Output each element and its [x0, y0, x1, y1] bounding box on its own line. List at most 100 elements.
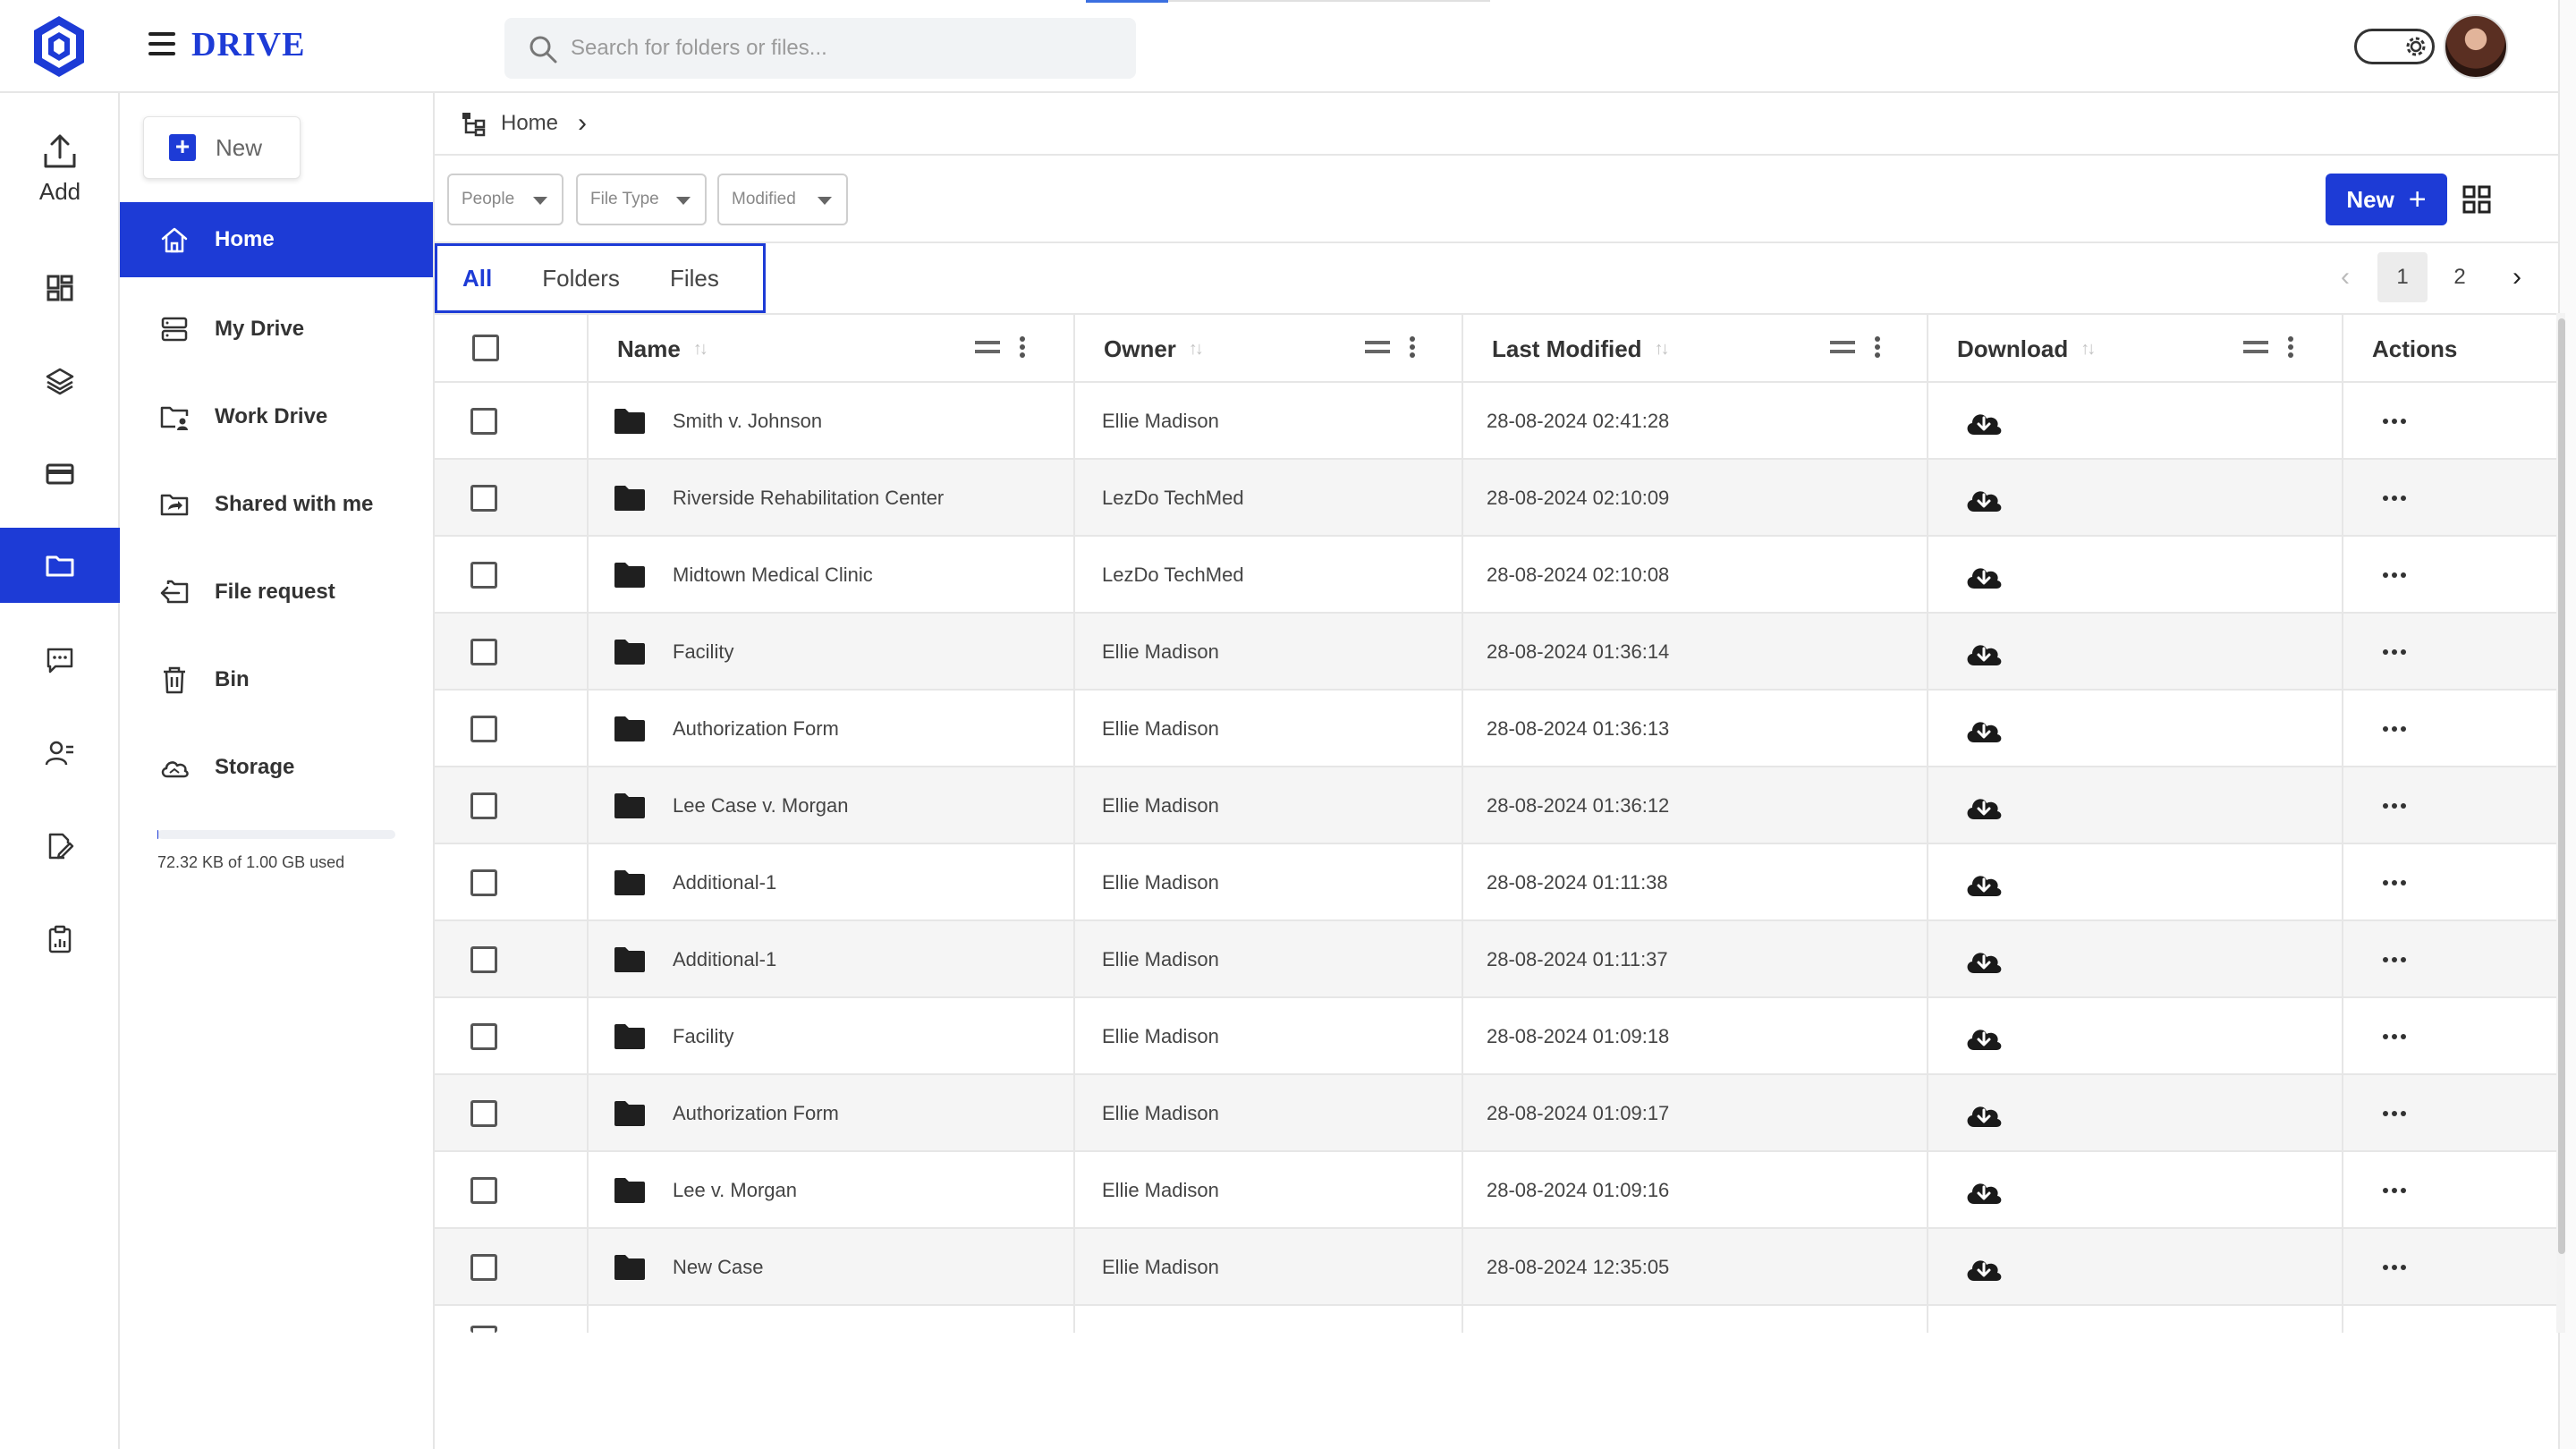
- rail-card[interactable]: [0, 436, 120, 512]
- cloud-download-icon[interactable]: [1964, 637, 2004, 667]
- more-options-icon[interactable]: [2383, 880, 2406, 886]
- cloud-download-icon[interactable]: [1964, 1021, 2004, 1052]
- name-cell[interactable]: Additional-1: [614, 844, 1052, 921]
- column-menu-icon[interactable]: [1410, 336, 1415, 358]
- file-type-filter-dropdown[interactable]: File Type: [576, 174, 707, 225]
- grid-view-icon[interactable]: [2462, 184, 2492, 215]
- app-logo-icon[interactable]: [30, 14, 88, 79]
- column-header-last-modified[interactable]: Last Modified ↑↓: [1492, 315, 1670, 383]
- rail-dashboard[interactable]: [0, 250, 120, 326]
- theme-toggle[interactable]: [2354, 29, 2435, 64]
- sidebar-item-home[interactable]: Home: [120, 202, 433, 277]
- column-resize-icon[interactable]: [975, 341, 1000, 353]
- name-cell[interactable]: New Case: [614, 1229, 1052, 1306]
- row-checkbox[interactable]: [470, 1254, 497, 1281]
- name-cell[interactable]: Smith v. Johnson: [614, 383, 1052, 460]
- rail-contacts[interactable]: [0, 716, 120, 791]
- table-row[interactable]: Additional-1 Ellie Madison 28-08-2024 01:1…: [435, 844, 2558, 921]
- tab-all[interactable]: All: [462, 265, 492, 292]
- more-options-icon[interactable]: [2383, 1111, 2406, 1116]
- rail-edit-document[interactable]: [0, 809, 120, 884]
- cloud-download-icon[interactable]: [1964, 868, 2004, 898]
- cloud-download-icon[interactable]: [1964, 1098, 2004, 1129]
- name-cell[interactable]: Lee Case v. Morgan: [614, 767, 1052, 844]
- people-filter-dropdown[interactable]: People: [447, 174, 564, 225]
- cloud-download-icon[interactable]: [1964, 483, 2004, 513]
- table-row[interactable]: Smith v. Johnson Ellie Madison 28-08-2024 …: [435, 383, 2558, 460]
- toolbar-new-button[interactable]: New +: [2326, 174, 2447, 225]
- table-row[interactable]: Midtown Medical Clinic LezDo TechMed 28-08…: [435, 537, 2558, 614]
- page-1-button[interactable]: 1: [2377, 252, 2428, 302]
- name-cell[interactable]: Additional-1: [614, 921, 1052, 998]
- sort-icon[interactable]: ↑↓: [1189, 339, 1204, 360]
- more-options-icon[interactable]: [2383, 572, 2406, 578]
- user-avatar[interactable]: [2444, 14, 2508, 79]
- breadcrumb-home[interactable]: Home: [501, 111, 558, 136]
- page-2-button[interactable]: 2: [2435, 252, 2485, 302]
- sidebar-item-work-drive[interactable]: Work Drive: [120, 379, 433, 454]
- more-options-icon[interactable]: [2383, 496, 2406, 501]
- row-checkbox[interactable]: [470, 869, 497, 896]
- column-menu-icon[interactable]: [2288, 336, 2293, 358]
- table-row[interactable]: Authorization Form Ellie Madison 28-08-202…: [435, 1075, 2558, 1152]
- chevron-left-icon[interactable]: ‹: [2320, 252, 2370, 302]
- column-menu-icon[interactable]: [1875, 336, 1880, 358]
- row-checkbox[interactable]: [470, 1326, 497, 1333]
- sort-icon[interactable]: ↑↓: [693, 339, 708, 360]
- column-resize-icon[interactable]: [1830, 341, 1855, 353]
- cloud-download-icon[interactable]: [1964, 714, 2004, 744]
- row-checkbox[interactable]: [470, 792, 497, 819]
- row-checkbox[interactable]: [470, 946, 497, 973]
- rail-folders[interactable]: [0, 528, 120, 603]
- sidebar-item-my-drive[interactable]: My Drive: [120, 292, 433, 367]
- select-all-checkbox[interactable]: [472, 335, 499, 361]
- table-row[interactable]: Facility Ellie Madison 28-08-2024 01:36:14: [435, 614, 2558, 691]
- column-header-name[interactable]: Name ↑↓: [617, 315, 708, 383]
- sidebar-new-button[interactable]: + New: [143, 116, 301, 179]
- more-options-icon[interactable]: [2383, 1034, 2406, 1039]
- row-checkbox[interactable]: [470, 485, 497, 512]
- row-checkbox[interactable]: [470, 639, 497, 665]
- name-cell[interactable]: Lee v. Morgan: [614, 1152, 1052, 1229]
- search-box[interactable]: [504, 18, 1136, 79]
- search-input[interactable]: [571, 18, 1107, 79]
- row-checkbox[interactable]: [470, 1100, 497, 1127]
- more-options-icon[interactable]: [2383, 726, 2406, 732]
- column-resize-icon[interactable]: [1365, 341, 1390, 353]
- table-row[interactable]: Facility Ellie Madison 28-08-2024 01:09:18: [435, 998, 2558, 1075]
- chevron-right-icon[interactable]: ›: [2492, 252, 2542, 302]
- scrollbar-thumb[interactable]: [2558, 318, 2565, 1254]
- more-options-icon[interactable]: [2383, 419, 2406, 424]
- column-header-owner[interactable]: Owner ↑↓: [1104, 315, 1204, 383]
- cloud-download-icon[interactable]: [1964, 560, 2004, 590]
- row-checkbox[interactable]: [470, 562, 497, 589]
- column-menu-icon[interactable]: [1020, 336, 1025, 358]
- tab-folders[interactable]: Folders: [542, 265, 620, 292]
- cloud-download-icon[interactable]: [1964, 406, 2004, 436]
- row-checkbox[interactable]: [470, 716, 497, 742]
- cloud-download-icon[interactable]: [1964, 1175, 2004, 1206]
- cloud-download-icon[interactable]: [1964, 945, 2004, 975]
- table-row[interactable]: Riverside Rehabilitation Center LezDo Tec…: [435, 460, 2558, 537]
- row-checkbox[interactable]: [470, 1177, 497, 1204]
- name-cell[interactable]: Authorization Form: [614, 691, 1052, 767]
- cloud-download-icon[interactable]: [1964, 791, 2004, 821]
- table-row[interactable]: New Case Ellie Madison 28-08-2024 12:35:05: [435, 1229, 2558, 1306]
- add-button[interactable]: Add: [0, 132, 120, 206]
- name-cell[interactable]: Facility: [614, 998, 1052, 1075]
- more-options-icon[interactable]: [2383, 1188, 2406, 1193]
- table-row[interactable]: Lee v. Morgan Ellie Madison 28-08-2024 01:…: [435, 1152, 2558, 1229]
- name-cell[interactable]: Midtown Medical Clinic: [614, 537, 1052, 614]
- table-row[interactable]: Authorization Form Ellie Madison 28-08-202…: [435, 691, 2558, 767]
- sidebar-item-storage[interactable]: Storage: [120, 730, 433, 805]
- more-options-icon[interactable]: [2383, 1265, 2406, 1270]
- sort-icon[interactable]: ↑↓: [1655, 339, 1670, 360]
- tab-files[interactable]: Files: [670, 265, 719, 292]
- more-options-icon[interactable]: [2383, 803, 2406, 809]
- table-row[interactable]: Additional-1 Ellie Madison 28-08-2024 01:1…: [435, 921, 2558, 998]
- more-options-icon[interactable]: [2383, 957, 2406, 962]
- table-row[interactable]: Lee Case v. Morgan Ellie Madison 28-08-202…: [435, 767, 2558, 844]
- name-cell[interactable]: Facility: [614, 614, 1052, 691]
- more-options-icon[interactable]: [2383, 649, 2406, 655]
- sort-icon[interactable]: ↑↓: [2080, 339, 2096, 360]
